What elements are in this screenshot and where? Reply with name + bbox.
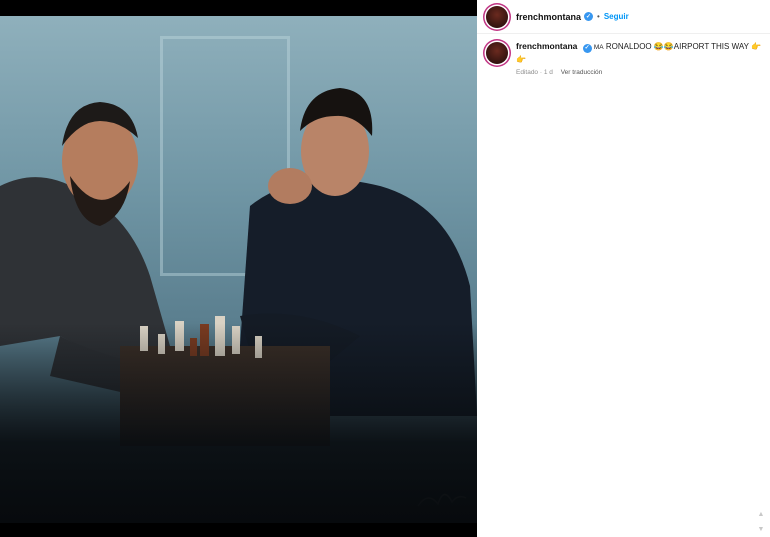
time-ago[interactable]: 1 d bbox=[544, 69, 553, 76]
scroll-down-icon[interactable]: ▼ bbox=[758, 526, 765, 533]
caption-block: frenchmontana ✓ MA RONALDOO 😂😂AIRPORT TH… bbox=[486, 40, 766, 76]
post-image[interactable] bbox=[0, 16, 477, 523]
header-username[interactable]: frenchmontana bbox=[516, 12, 581, 22]
post-header: frenchmontana ✓ • Seguir bbox=[477, 0, 770, 33]
caption-prefix: MA bbox=[593, 44, 604, 51]
edited-label: Editado bbox=[516, 69, 539, 76]
caption-second-line: 👉 bbox=[516, 55, 526, 64]
header-avatar[interactable] bbox=[486, 5, 508, 28]
post-panel: frenchmontana ✓ • Seguir frenchmontana ✓… bbox=[477, 0, 770, 537]
caption-meta: Editado · 1 d Ver traducción bbox=[516, 69, 761, 76]
bottom-shadow bbox=[0, 323, 477, 523]
header-separator: • bbox=[597, 12, 600, 21]
follow-button[interactable]: Seguir bbox=[604, 12, 629, 21]
scrollbar[interactable]: ▲ ▼ bbox=[756, 511, 766, 533]
translate-link[interactable]: Ver traducción bbox=[561, 69, 603, 76]
caption-message: RONALDOO 😂😂AIRPORT THIS WAY 👉 bbox=[605, 42, 761, 51]
verified-badge-icon: ✓ bbox=[584, 12, 594, 21]
header-divider bbox=[477, 33, 770, 34]
caption-body: frenchmontana ✓ MA RONALDOO 😂😂AIRPORT TH… bbox=[516, 40, 761, 76]
meta-separator: · bbox=[539, 69, 543, 76]
caption-verified-badge-icon: ✓ bbox=[582, 43, 592, 53]
scroll-up-icon[interactable]: ▲ bbox=[758, 511, 765, 518]
caption-username[interactable]: frenchmontana bbox=[516, 41, 577, 51]
caption-text: frenchmontana ✓ MA RONALDOO 😂😂AIRPORT TH… bbox=[516, 40, 761, 66]
right-person-hand bbox=[268, 168, 312, 204]
caption-avatar[interactable] bbox=[486, 42, 508, 64]
